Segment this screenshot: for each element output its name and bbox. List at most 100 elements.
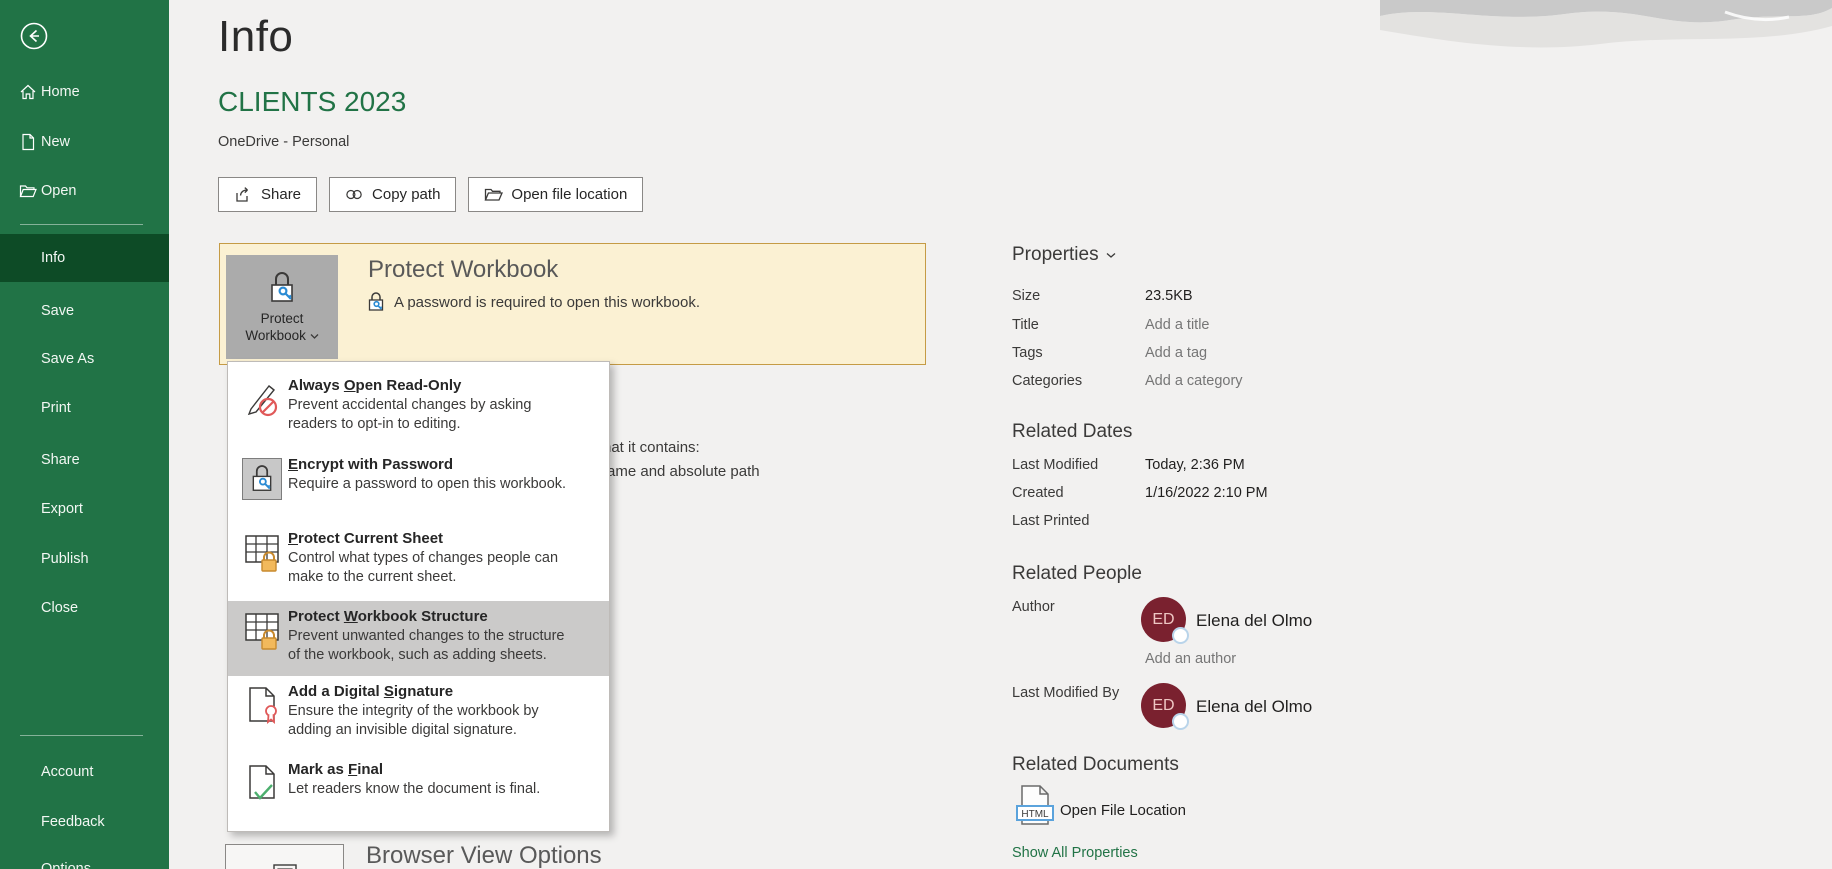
menu-title-segment: Always	[288, 377, 344, 394]
lock-key-icon	[267, 271, 297, 305]
inspect-fragment-1: hat it contains:	[603, 439, 700, 456]
menu-item-description: Control what types of changes people can	[288, 549, 599, 568]
sidebar-item-save-as[interactable]: Save As	[0, 347, 169, 371]
protect-button-line1: Protect	[245, 310, 318, 327]
menu-title-accesskey: E	[288, 456, 298, 473]
sidebar-item-export[interactable]: Export	[0, 497, 169, 521]
presence-badge	[1172, 627, 1189, 644]
sidebar-item-save[interactable]: Save	[0, 299, 169, 323]
menu-title-accesskey: P	[288, 530, 298, 547]
sidebar-item-feedback[interactable]: Feedback	[0, 810, 169, 834]
sidebar-item-info-selected[interactable]: Info	[0, 234, 169, 282]
protect-workbook-banner: Protect Workbook Protect Workbook A pass…	[219, 243, 926, 365]
sidebar-item-label: Publish	[41, 551, 89, 567]
menu-item-mark-as-final[interactable]: Mark as Final Let readers know the docum…	[228, 754, 609, 823]
protect-workbook-menu: Always Open Read-Only Prevent accidental…	[227, 361, 610, 832]
menu-item-description: Let readers know the document is final.	[288, 780, 599, 799]
prop-label-tags: Tags	[1012, 345, 1043, 361]
menu-item-protect-workbook-structure[interactable]: Protect Workbook Structure Prevent unwan…	[228, 601, 609, 676]
related-documents-header: Related Documents	[1012, 754, 1179, 776]
back-button[interactable]	[20, 22, 48, 50]
open-file-location-label: Open file location	[511, 186, 627, 203]
lock-key-icon	[249, 464, 275, 494]
copy-path-button[interactable]: Copy path	[329, 177, 456, 212]
menu-title-segment: ncrypt with Password	[298, 456, 453, 473]
menu-item-description: readers to opt-in to editing.	[288, 415, 599, 434]
document-location: OneDrive - Personal	[218, 134, 349, 150]
sidebar-item-label: Options	[41, 861, 91, 869]
prop-label-size: Size	[1012, 288, 1040, 304]
digital-signature-icon	[245, 685, 279, 727]
sidebar-divider	[20, 735, 143, 736]
last-modified-by-avatar[interactable]: ED	[1141, 683, 1186, 728]
inspect-fragment-2: ame and absolute path	[607, 463, 760, 480]
sidebar-item-account[interactable]: Account	[0, 760, 169, 784]
protect-workbook-dropdown-button[interactable]: Protect Workbook	[226, 255, 338, 359]
document-toolbar: Share Copy path Open file location	[218, 177, 643, 212]
open-folder-icon	[19, 182, 37, 200]
menu-title-segment: Add a Digital	[288, 683, 384, 700]
sidebar-item-label: Info	[41, 250, 65, 266]
menu-item-add-digital-signature[interactable]: Add a Digital Signature Ensure the integ…	[228, 676, 609, 754]
sidebar-item-label: Close	[41, 600, 78, 616]
backstage-sidebar: Home New Open Info Save Save As Print Sh…	[0, 0, 169, 869]
sidebar-item-new[interactable]: New	[0, 130, 169, 154]
date-label-created: Created	[1012, 485, 1064, 501]
browser-view-options-button[interactable]	[225, 844, 344, 869]
related-people-header-label: Related People	[1012, 563, 1142, 585]
last-modified-by-label: Last Modified By	[1012, 685, 1119, 701]
menu-item-encrypt-with-password[interactable]: Encrypt with Password Require a password…	[228, 449, 609, 523]
open-file-location-link[interactable]: Open File Location	[1060, 802, 1186, 819]
prop-value-title[interactable]: Add a title	[1145, 317, 1210, 333]
menu-title-accesskey: S	[384, 683, 394, 700]
sidebar-item-label: Print	[41, 400, 71, 416]
menu-title-accesskey: O	[344, 377, 356, 394]
sidebar-item-open[interactable]: Open	[0, 179, 169, 203]
properties-header-label: Properties	[1012, 244, 1099, 266]
chevron-down-icon	[310, 333, 319, 340]
sidebar-item-options[interactable]: Options	[0, 857, 169, 869]
show-all-properties-link[interactable]: Show All Properties	[1012, 845, 1138, 861]
sidebar-item-label: Account	[41, 764, 93, 780]
sidebar-item-home[interactable]: Home	[0, 80, 169, 104]
related-documents-header-label: Related Documents	[1012, 754, 1179, 776]
page-title: Info	[218, 12, 293, 62]
share-icon	[234, 185, 253, 204]
last-modified-by-name[interactable]: Elena del Olmo	[1196, 697, 1312, 717]
prop-value-size: 23.5KB	[1145, 288, 1193, 304]
sidebar-item-label: Open	[41, 183, 76, 199]
sidebar-item-label: New	[41, 134, 70, 150]
lock-key-small-icon	[366, 291, 386, 313]
open-file-location-button[interactable]: Open file location	[468, 177, 643, 212]
sidebar-item-label: Feedback	[41, 814, 105, 830]
avatar-initials: ED	[1152, 697, 1174, 715]
menu-item-always-open-read-only[interactable]: Always Open Read-Only Prevent accidental…	[228, 370, 609, 449]
sidebar-item-print[interactable]: Print	[0, 396, 169, 420]
sidebar-item-label: Save	[41, 303, 74, 319]
properties-header[interactable]: Properties	[1012, 244, 1116, 266]
author-label: Author	[1012, 599, 1055, 615]
sidebar-item-close[interactable]: Close	[0, 596, 169, 620]
prop-value-categories[interactable]: Add a category	[1145, 373, 1243, 389]
related-dates-header-label: Related Dates	[1012, 421, 1132, 443]
presence-badge	[1172, 713, 1189, 730]
sidebar-item-share[interactable]: Share	[0, 448, 169, 472]
sidebar-item-publish[interactable]: Publish	[0, 547, 169, 571]
menu-item-protect-current-sheet[interactable]: Protect Current Sheet Control what types…	[228, 523, 609, 601]
prop-value-tags[interactable]: Add a tag	[1145, 345, 1207, 361]
html-file-icon[interactable]: HTML	[1014, 784, 1056, 833]
add-author-field[interactable]: Add an author	[1145, 651, 1236, 667]
menu-title-segment: rotect Current Sheet	[298, 530, 443, 547]
related-people-header: Related People	[1012, 563, 1142, 585]
folder-icon	[484, 185, 503, 204]
author-name[interactable]: Elena del Olmo	[1196, 611, 1312, 631]
menu-title-segment: Mark as	[288, 761, 348, 778]
banner-subtitle: A password is required to open this work…	[394, 294, 700, 311]
share-button[interactable]: Share	[218, 177, 317, 212]
sidebar-item-label: Save As	[41, 351, 94, 367]
sidebar-item-label: Home	[41, 84, 80, 100]
svg-text:HTML: HTML	[1021, 809, 1049, 820]
author-avatar[interactable]: ED	[1141, 597, 1186, 642]
sidebar-divider	[20, 224, 143, 225]
menu-item-description: Prevent accidental changes by asking	[288, 396, 599, 415]
